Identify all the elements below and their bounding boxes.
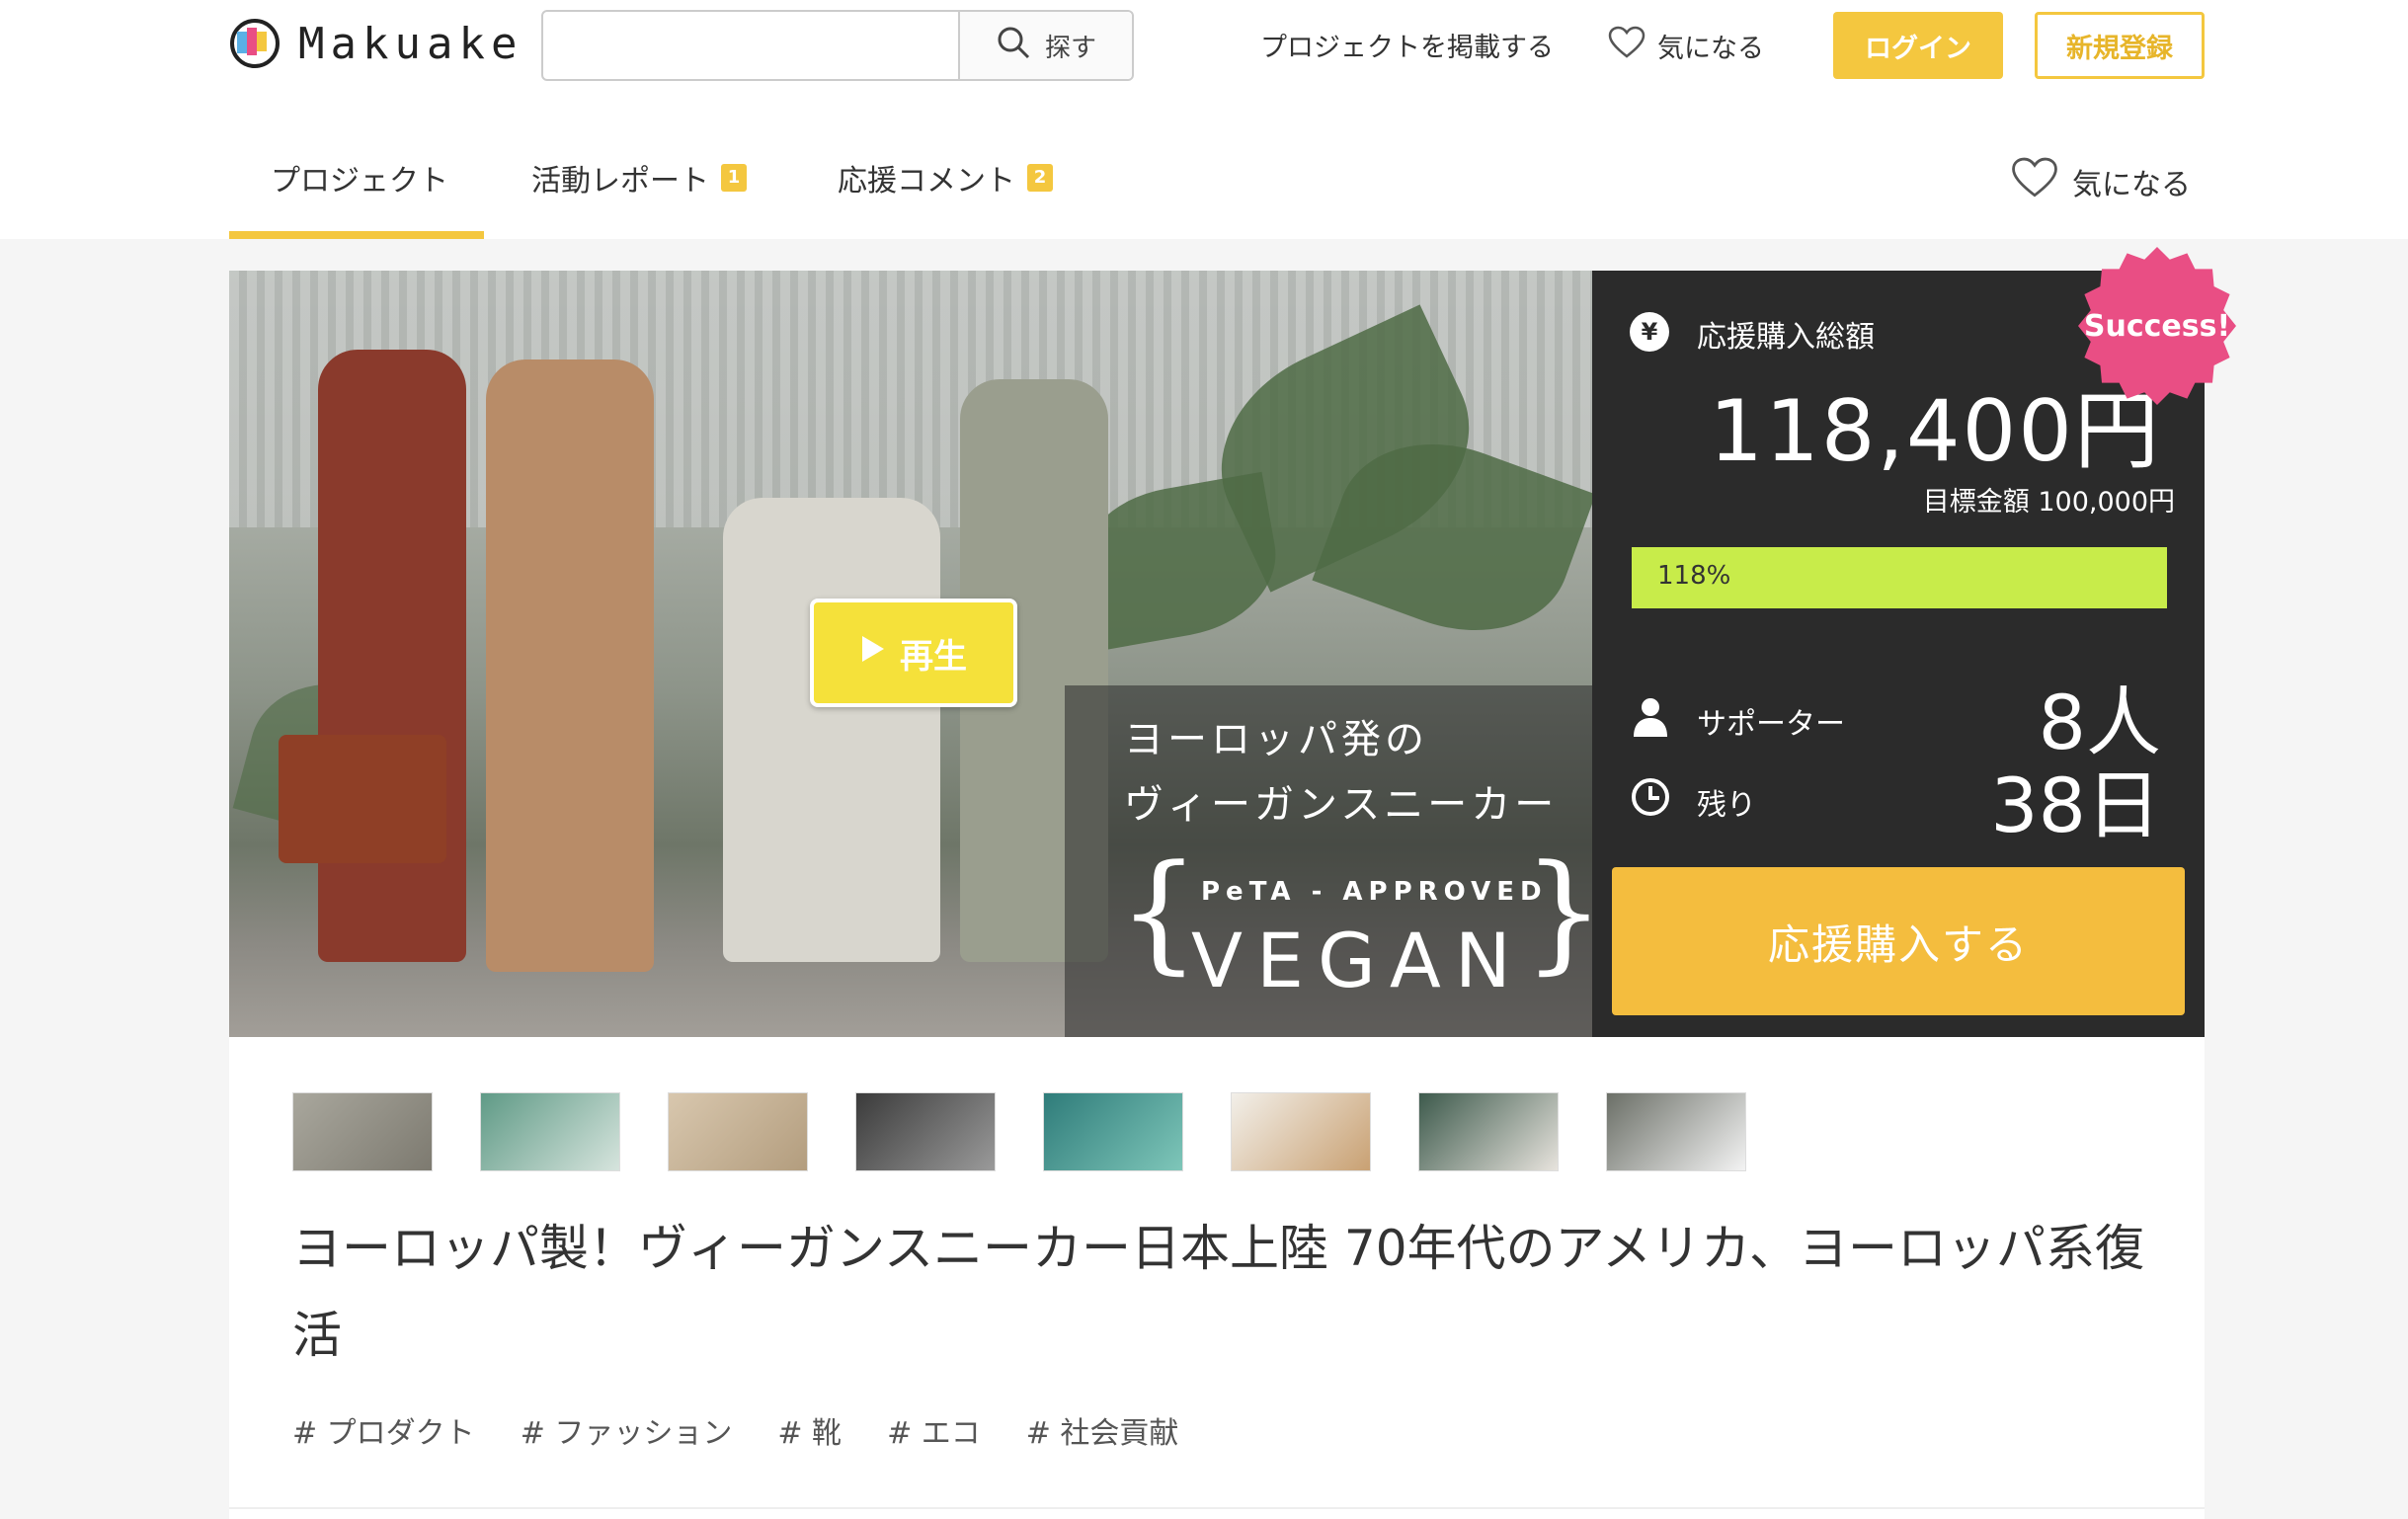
tab-comments-badge: 2	[1027, 164, 1053, 192]
person-icon	[1630, 695, 1671, 737]
top-header: Makuake 探す プロジェクトを掲載する 気になる ログイン 新規登録 プロ…	[0, 0, 2408, 239]
tab-activity-report-badge: 1	[721, 164, 747, 192]
thumbnail-8[interactable]	[1606, 1092, 1746, 1171]
tab-activity-report-label: 活動レポート	[531, 164, 709, 199]
play-button[interactable]: 再生	[810, 599, 1017, 707]
register-button[interactable]: 新規登録	[2035, 12, 2205, 79]
logo-text: Makuake	[298, 18, 523, 69]
thumbnail-1[interactable]	[292, 1092, 433, 1171]
tag-item[interactable]: # エコ	[887, 1408, 981, 1452]
tag-list: # プロダクト # ファッション # 靴 # エコ # 社会貢献	[292, 1408, 1178, 1452]
success-badge: Success!	[2078, 247, 2236, 405]
vegan-text: VEGAN	[1191, 917, 1525, 1004]
thumbnail-strip	[292, 1092, 1746, 1171]
tag-item[interactable]: # 社会貢献	[1026, 1408, 1179, 1452]
model-figure	[723, 498, 940, 962]
funding-amount: 118,400円	[1709, 382, 2161, 481]
total-label: 応援購入総額	[1697, 320, 1875, 355]
model-figure	[318, 350, 466, 962]
model-figure	[486, 360, 654, 972]
leather-bag	[279, 735, 446, 863]
yen-icon: ¥	[1630, 312, 1669, 352]
thumbnail-6[interactable]	[1231, 1092, 1371, 1171]
search-input[interactable]	[543, 12, 958, 79]
tag-item[interactable]: # ファッション	[521, 1408, 733, 1452]
hero-headline-2: ヴィーガンスニーカー	[1124, 782, 1559, 828]
buy-button[interactable]: 応援購入する	[1612, 867, 2185, 1015]
makuake-logo-icon	[229, 18, 281, 69]
post-project-label: プロジェクトを掲載する	[1260, 33, 1554, 63]
funding-goal: 目標金額 100,000円	[1922, 487, 2175, 518]
play-icon	[860, 633, 886, 673]
remaining-value: 38日	[1990, 761, 2161, 849]
makuake-logo[interactable]: Makuake	[229, 18, 522, 69]
tab-activity-report[interactable]: 活動レポート 1	[531, 156, 747, 200]
hero-left-brace: {	[1118, 837, 1200, 987]
hero-video[interactable]: ヨーロッパ発の ヴィーガンスニーカー { } PeTA - APPROVED V…	[229, 271, 1592, 1037]
peta-approved-text: PeTA - APPROVED	[1201, 877, 1548, 907]
heart-icon	[1608, 26, 1645, 66]
thumbnail-2[interactable]	[480, 1092, 620, 1171]
project-title: ヨーロッパ製！ヴィーガンスニーカー日本上陸 70年代のアメリカ、ヨーロッパ系復活	[292, 1220, 2145, 1364]
progress-bar: 118%	[1632, 547, 2167, 608]
favorite-link[interactable]: 気になる	[1608, 26, 1764, 66]
search-button[interactable]: 探す	[958, 12, 1132, 79]
tab-favorite-label: 気になる	[2072, 168, 2191, 202]
tab-comments-label: 応援コメント	[838, 164, 1015, 199]
thumbnail-3[interactable]	[668, 1092, 808, 1171]
play-button-label: 再生	[900, 636, 967, 677]
search-button-label: 探す	[1044, 33, 1096, 63]
hero-headline-1: ヨーロッパ発の	[1124, 717, 1428, 762]
tab-project-label: プロジェクト	[271, 164, 448, 199]
search-icon	[996, 25, 1031, 67]
clock-icon	[1630, 776, 1671, 818]
progress-label: 118%	[1657, 561, 1731, 591]
thumbnail-7[interactable]	[1418, 1092, 1559, 1171]
favorite-label: 気になる	[1657, 34, 1764, 64]
funding-panel: ¥ 応援購入総額 118,400円 目標金額 100,000円 118% サポー…	[1592, 271, 2205, 1037]
remaining-label: 残り	[1697, 788, 1756, 823]
tab-comments[interactable]: 応援コメント 2	[838, 156, 1053, 200]
active-tab-indicator	[229, 231, 484, 239]
login-button[interactable]: ログイン	[1833, 12, 2003, 79]
tag-item[interactable]: # 靴	[777, 1408, 842, 1452]
tag-item[interactable]: # プロダクト	[292, 1408, 475, 1452]
post-project-link[interactable]: プロジェクトを掲載する	[1260, 26, 1554, 64]
supporters-label: サポーター	[1697, 707, 1845, 742]
divider	[229, 1507, 2205, 1509]
search-box: 探す	[541, 10, 1134, 81]
heart-icon	[2011, 156, 2058, 207]
tab-project[interactable]: プロジェクト	[271, 156, 448, 200]
thumbnail-5[interactable]	[1043, 1092, 1183, 1171]
tab-favorite-button[interactable]: 気になる	[2011, 156, 2191, 207]
hero-right-brace: }	[1523, 847, 1592, 976]
thumbnail-4[interactable]	[855, 1092, 996, 1171]
